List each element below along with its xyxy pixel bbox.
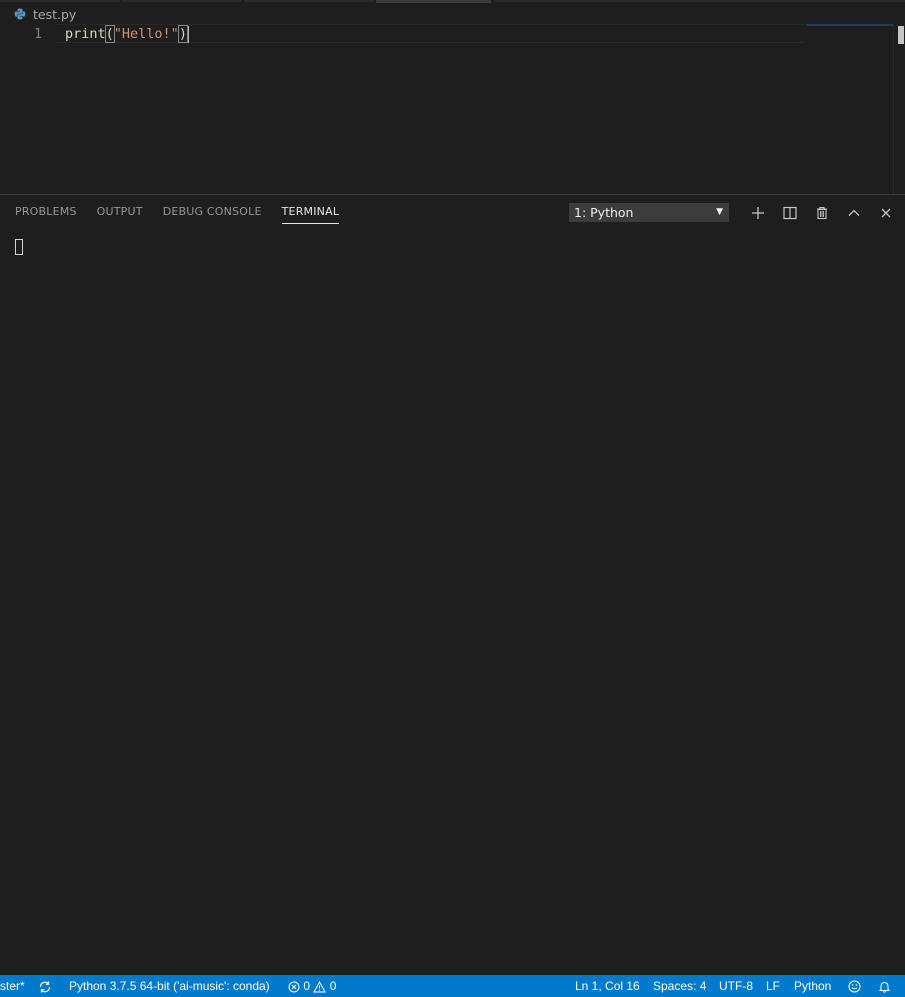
panel-tabs: PROBLEMS OUTPUT DEBUG CONSOLE TERMINAL bbox=[15, 205, 340, 224]
terminal-selector-value: 1: Python bbox=[574, 205, 634, 220]
tab-divider bbox=[122, 0, 242, 2]
tab-strip bbox=[0, 0, 905, 3]
tab-problems[interactable]: PROBLEMS bbox=[15, 205, 77, 224]
tab-debug-console[interactable]: DEBUG CONSOLE bbox=[163, 205, 262, 224]
python-interpreter[interactable]: Python 3.7.5 64-bit ('ai-music': conda) bbox=[69, 975, 270, 997]
maximize-panel-button[interactable] bbox=[838, 203, 870, 222]
code-line[interactable]: print("Hello!") bbox=[65, 25, 189, 44]
end-of-line[interactable]: LF bbox=[766, 975, 780, 997]
tab-divider bbox=[0, 0, 120, 2]
bottom-panel: PROBLEMS OUTPUT DEBUG CONSOLE TERMINAL 1… bbox=[0, 194, 905, 975]
panel-actions bbox=[742, 203, 902, 222]
kill-terminal-button[interactable] bbox=[806, 203, 838, 222]
terminal-selector[interactable]: 1: Python ▼ bbox=[569, 203, 729, 222]
error-icon bbox=[288, 981, 300, 993]
text-cursor bbox=[186, 25, 189, 43]
feedback-button[interactable] bbox=[848, 975, 861, 997]
close-panel-button[interactable] bbox=[870, 203, 902, 222]
plus-icon bbox=[752, 206, 764, 219]
terminal-cursor bbox=[15, 239, 23, 255]
code-token-function: print bbox=[65, 26, 106, 42]
new-terminal-button[interactable] bbox=[742, 203, 774, 222]
code-token-close-paren: ) bbox=[177, 25, 188, 43]
code-token-string: "Hello!" bbox=[113, 26, 179, 42]
sync-button[interactable] bbox=[38, 975, 52, 997]
warning-icon bbox=[313, 980, 327, 993]
split-terminal-button[interactable] bbox=[774, 203, 806, 222]
smiley-icon bbox=[848, 980, 861, 993]
tab-terminal[interactable]: TERMINAL bbox=[281, 205, 340, 224]
code-editor[interactable]: 1 print("Hello!") bbox=[0, 24, 893, 194]
bell-icon bbox=[878, 982, 891, 993]
trash-icon bbox=[817, 206, 827, 219]
breadcrumb[interactable]: test.py bbox=[14, 5, 76, 23]
encoding[interactable]: UTF-8 bbox=[719, 975, 753, 997]
git-branch[interactable]: ster* bbox=[0, 975, 25, 997]
tab-divider bbox=[376, 0, 491, 3]
split-icon bbox=[783, 206, 797, 219]
dropdown-arrow-icon: ▼ bbox=[716, 207, 723, 217]
vscode-window: test.py 1 print("Hello!") PROBLEMS OUTPU… bbox=[0, 0, 905, 997]
indentation[interactable]: Spaces: 4 bbox=[653, 975, 706, 997]
notifications-button[interactable] bbox=[878, 975, 891, 997]
tab-divider bbox=[244, 0, 374, 2]
editor-scrollbar[interactable] bbox=[893, 24, 905, 194]
error-count: 0 bbox=[303, 979, 311, 993]
language-mode[interactable]: Python bbox=[794, 975, 831, 997]
tab-output[interactable]: OUTPUT bbox=[97, 205, 143, 224]
terminal[interactable] bbox=[15, 239, 895, 959]
cursor-position[interactable]: Ln 1, Col 16 bbox=[575, 975, 640, 997]
tab-divider bbox=[495, 0, 905, 2]
minimap-slider[interactable] bbox=[806, 24, 893, 26]
status-bar: ster* Python 3.7.5 64-bit ('ai-music': c… bbox=[0, 975, 905, 997]
problems-summary[interactable]: 0 0 bbox=[288, 975, 336, 997]
line-number: 1 bbox=[34, 27, 42, 42]
sync-icon bbox=[39, 981, 51, 993]
warning-count: 0 bbox=[329, 979, 337, 993]
breadcrumb-file-label: test.py bbox=[33, 6, 77, 22]
scrollbar-thumb[interactable] bbox=[898, 26, 904, 44]
close-icon bbox=[881, 208, 891, 217]
python-file-icon bbox=[14, 8, 26, 20]
chevron-up-icon bbox=[848, 209, 860, 216]
code-token-open-paren: ( bbox=[104, 25, 115, 43]
